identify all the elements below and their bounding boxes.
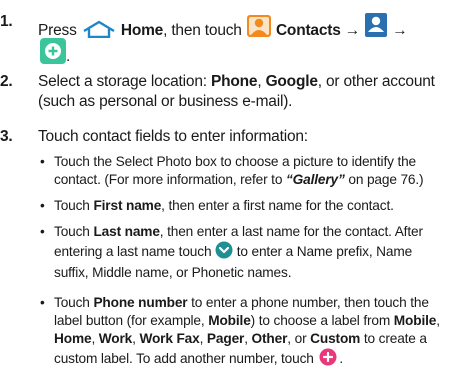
bullet-text: Touch: [54, 198, 90, 213]
phone-number-label: Phone number: [93, 295, 188, 310]
bullet-dot: •: [40, 198, 45, 213]
arrow: →: [392, 22, 408, 39]
step-text: ,: [257, 73, 262, 90]
bullet-dot: •: [40, 295, 45, 310]
phone-label: Phone: [210, 73, 258, 90]
pager-option: Pager: [206, 331, 245, 346]
bullet-text: , or: [287, 331, 307, 346]
bullet-text: ,: [436, 313, 440, 328]
step-1-line2: .: [40, 38, 464, 70]
step-number: 3.: [0, 128, 13, 145]
bullet-text: label button (for example,: [54, 313, 205, 328]
bullet-text: entering a last name touch: [54, 244, 212, 259]
first-name-label: First name: [93, 198, 162, 213]
bullet-phone-number: • Touch Phone number to enter a phone nu…: [38, 294, 464, 371]
bullet-first-name: • Touch First name, then enter a first n…: [38, 197, 464, 215]
step-number: 2.: [0, 73, 13, 90]
bullet-text: to enter a phone number, then touch the: [191, 295, 429, 310]
custom-option: Custom: [310, 331, 361, 346]
add-contact-icon: [40, 38, 66, 70]
bullet-text: Touch: [54, 295, 90, 310]
bullet-text: suffix, Middle name, or Phonetic names.: [54, 265, 292, 280]
add-field-icon: [317, 348, 339, 371]
step-text: Select a storage location:: [38, 73, 207, 90]
gallery-reference-link[interactable]: “Gallery”: [286, 172, 345, 187]
list-item: • Touch Phone number to enter a phone nu…: [38, 294, 464, 371]
contacts-label: Contacts: [275, 22, 341, 39]
google-label: Google: [265, 73, 318, 90]
work-fax-option: Work Fax: [139, 331, 200, 346]
bullet-text: to create a: [363, 331, 427, 346]
period: .: [339, 351, 344, 366]
step-text: , then touch: [163, 22, 242, 39]
step-text: Press: [38, 22, 77, 39]
step-text: Touch contact fields to enter informatio…: [38, 128, 308, 145]
expand-chevron-icon: [215, 241, 233, 264]
home-option: Home: [54, 331, 92, 346]
step-2-text: Select a storage location: Phone, Google…: [38, 72, 464, 112]
bullet-text: ,: [91, 331, 96, 346]
mobile-label: Mobile: [208, 313, 251, 328]
bullet-text: ,: [132, 331, 136, 346]
bullet-dot: •: [40, 224, 45, 239]
step-3-text: Touch contact fields to enter informatio…: [38, 127, 464, 147]
other-option: Other: [251, 331, 288, 346]
document-page: 1. Press Home, then touch Contacts → Con…: [0, 0, 470, 389]
work-option: Work: [98, 331, 133, 346]
bullet-select-photo: • Touch the Select Photo box to choose a…: [38, 153, 464, 189]
bullet-text: ,: [199, 331, 204, 346]
list-item: • Touch First name, then enter a first n…: [38, 197, 464, 215]
bullet-last-name: • Touch Last name, then enter a last nam…: [38, 223, 464, 282]
step-text: (such as personal or business e-mail).: [38, 93, 293, 110]
bullet-text: on page 76.): [348, 172, 424, 187]
period: .: [66, 48, 71, 65]
bullet-text: Touch the Select Photo box to choose a p…: [54, 154, 417, 169]
last-name-label: Last name: [93, 224, 160, 239]
list-item: • Touch Last name, then enter a last nam…: [38, 223, 464, 282]
bullet-text: , then enter a first name for the contac…: [161, 198, 394, 213]
step-text: , or other account: [317, 73, 435, 90]
bullet-dot: •: [40, 154, 45, 169]
bullet-text: contact. (For more information, refer to: [54, 172, 283, 187]
home-label: Home: [120, 22, 164, 39]
bullet-text: ) to choose a label from: [250, 313, 391, 328]
bullet-text: ,: [244, 331, 248, 346]
bullet-text: Touch: [54, 224, 90, 239]
mobile-option: Mobile: [393, 313, 437, 328]
list-item: • Touch the Select Photo box to choose a…: [38, 153, 464, 189]
arrow: →: [344, 22, 361, 39]
bullet-text: , then enter a last name for the contact…: [159, 224, 423, 239]
step-number: 1.: [0, 13, 13, 30]
bullet-text: custom label. To add another number, tou…: [54, 351, 314, 366]
bullet-text: to enter a Name prefix, Name: [236, 244, 413, 259]
